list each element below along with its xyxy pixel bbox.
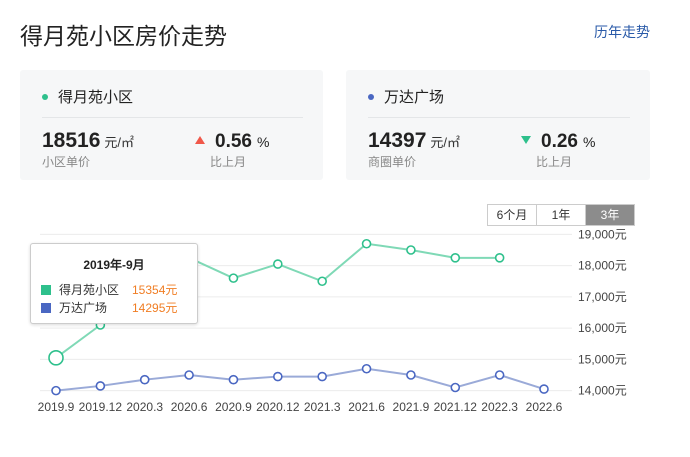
divider	[42, 117, 303, 118]
data-point	[51, 385, 61, 396]
change-value: 0.26%	[521, 131, 595, 153]
range-tab-1-year[interactable]: 1年	[537, 205, 586, 225]
series-swatch	[41, 284, 51, 295]
data-point	[406, 370, 416, 380]
data-point	[450, 382, 461, 393]
data-point	[361, 238, 372, 249]
x-tick-label: 2021.12	[434, 400, 478, 414]
x-tick-label: 2019.12	[79, 400, 123, 414]
data-point	[273, 259, 283, 269]
x-tick-label: 2021.9	[393, 400, 430, 414]
card-header: 得月苑小区	[42, 86, 133, 107]
data-point	[228, 273, 239, 283]
data-point	[317, 371, 327, 382]
price-unit: 元/㎡	[104, 135, 135, 150]
tooltip-row: 得月苑小区 15354元	[41, 282, 187, 298]
data-point	[494, 253, 505, 263]
range-tab-3-years[interactable]: 3年	[586, 205, 634, 225]
tooltip-value: 14295元	[132, 301, 178, 315]
price-value: 14397 元/㎡	[368, 129, 461, 152]
tooltip-value: 15354元	[132, 283, 178, 297]
tooltip-title: 2019年-9月	[83, 258, 145, 272]
divider	[368, 117, 630, 118]
x-tick-label: 2020.12	[256, 400, 300, 414]
y-tick-label: 18,000元	[578, 259, 627, 273]
x-tick-label: 2020.6	[171, 400, 208, 414]
x-tick-label: 2019.9	[38, 400, 75, 414]
x-tick-label: 2020.9	[215, 400, 252, 414]
data-point	[406, 245, 416, 255]
card-header: 万达广场	[368, 86, 444, 107]
x-tick-label: 2022.3	[481, 400, 518, 414]
series-swatch	[41, 302, 51, 313]
y-tick-label: 19,000元	[578, 227, 627, 241]
data-point	[48, 350, 64, 366]
data-point	[539, 384, 549, 394]
range-tab-6-months[interactable]: 6个月	[488, 205, 537, 225]
district-price-card: 万达广场 14397 元/㎡ 商圈单价 0.26% 比上月	[346, 70, 650, 180]
price-unit: 元/㎡	[430, 135, 461, 150]
green-dot-icon	[42, 94, 48, 101]
y-tick-label: 15,000元	[578, 352, 627, 366]
data-point	[494, 370, 505, 380]
data-point	[228, 374, 239, 385]
price-label: 小区单价	[42, 155, 91, 169]
arrow-down-icon	[521, 135, 531, 144]
x-tick-label: 2022.6	[526, 400, 563, 414]
change-label: 比上月	[210, 155, 247, 169]
history-trend-link[interactable]: 历年走势	[594, 22, 650, 42]
time-range-selector: 6个月 1年 3年	[487, 204, 635, 226]
change-label: 比上月	[536, 155, 573, 169]
tooltip-row: 万达广场 14295元	[41, 300, 187, 316]
x-tick-label: 2021.6	[348, 400, 385, 414]
data-point	[95, 381, 106, 391]
blue-dot-icon	[368, 94, 374, 101]
card-title: 万达广场	[384, 89, 445, 106]
y-tick-label: 17,000元	[578, 290, 627, 304]
chart-tooltip: 2019年-9月 得月苑小区 15354元 万达广场 14295元	[30, 243, 198, 324]
data-point	[139, 374, 150, 385]
data-point	[450, 253, 461, 263]
y-tick-label: 14,000元	[578, 384, 627, 398]
card-title: 得月苑小区	[58, 89, 134, 106]
y-tick-label: 16,000元	[578, 321, 627, 335]
price-label: 商圈单价	[368, 155, 417, 169]
x-tick-label: 2020.3	[126, 400, 163, 414]
data-point	[273, 371, 283, 382]
change-value: 0.56%	[195, 131, 269, 153]
series-line	[55, 367, 545, 392]
data-point	[361, 363, 372, 374]
page-title: 得月苑小区房价走势	[20, 23, 227, 49]
community-price-card: 得月苑小区 18516 元/㎡ 小区单价 0.56% 比上月	[20, 70, 323, 180]
arrow-up-icon	[195, 135, 205, 144]
data-point	[317, 276, 327, 287]
x-tick-label: 2021.3	[304, 400, 341, 414]
price-value: 18516 元/㎡	[42, 129, 135, 152]
data-point	[184, 370, 194, 380]
